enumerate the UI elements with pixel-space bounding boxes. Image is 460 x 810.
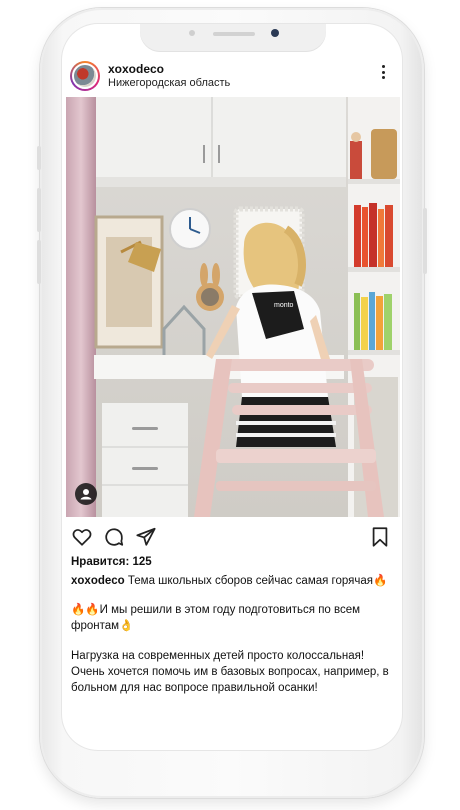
likes-count[interactable]: Нравится: 125 [71,556,152,568]
caption-username[interactable]: xoxodeco [71,575,125,587]
photo-illustration: monto [66,97,400,517]
post-actions [62,524,402,552]
caption-paragraph-2: Нагрузка на современных детей просто кол… [71,650,389,694]
more-vertical-icon[interactable] [380,65,386,83]
post-photo[interactable]: monto [66,97,400,517]
post-username[interactable]: xoxodeco [108,62,164,76]
power-button [423,208,427,274]
post-location[interactable]: Нижегородская область [108,77,230,89]
heart-icon[interactable] [71,526,93,548]
comment-icon[interactable] [103,526,125,548]
earpiece-speaker [213,32,255,36]
caption-text: Тема школьных сборов сейчас самая горяча… [127,575,388,587]
front-camera [271,29,279,37]
avatar[interactable] [70,61,100,91]
mute-switch [37,146,41,170]
corrector-brand-text: monto [274,302,294,309]
send-icon[interactable] [135,526,157,548]
proximity-sensor [189,30,195,36]
post-header: xoxodeco Нижегородская область [62,56,402,96]
post-caption: xoxodeco Тема школьных сборов сейчас сам… [71,573,396,589]
caption-paragraph-1: 🔥🔥И мы решили в этом году подготовиться … [71,604,361,632]
phone-notch [140,24,326,52]
bookmark-icon[interactable] [369,526,391,548]
phone-screen: xoxodeco Нижегородская область monto Нра… [62,24,402,750]
user-tag-icon[interactable] [75,483,97,505]
volume-up-button [37,188,41,232]
volume-down-button [37,240,41,284]
